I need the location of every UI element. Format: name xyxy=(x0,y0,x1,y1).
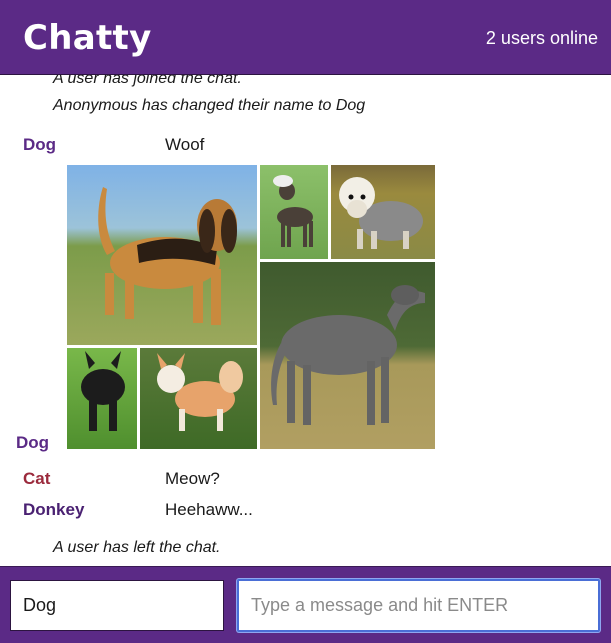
composer-bar xyxy=(0,566,611,643)
message-list[interactable]: A user has joined the chat. Anonymous ha… xyxy=(0,75,611,566)
app-title: Chatty xyxy=(23,18,152,58)
system-message-left: A user has left the chat. xyxy=(53,539,221,556)
message-nick-cat: Cat xyxy=(23,469,51,488)
app-header: Chatty 2 users online xyxy=(0,0,611,75)
dog-breeds-collage-image xyxy=(67,165,435,449)
chat-app: Chatty 2 users online A user has joined … xyxy=(0,0,611,643)
message-nick-dog: Dog xyxy=(16,433,50,452)
system-message-renamed: Anonymous has changed their name to Dog xyxy=(53,97,366,114)
username-input[interactable] xyxy=(10,580,224,631)
online-users-status: 2 users online xyxy=(485,28,598,48)
message-text: Heehaww... xyxy=(165,500,253,519)
message-nick-donkey: Donkey xyxy=(23,500,85,519)
system-message-joined: A user has joined the chat. xyxy=(53,75,242,87)
message-input[interactable] xyxy=(237,579,600,632)
message-nick-dog: Dog xyxy=(23,135,57,154)
message-text: Meow? xyxy=(165,469,220,488)
message-text: Woof xyxy=(165,135,205,154)
